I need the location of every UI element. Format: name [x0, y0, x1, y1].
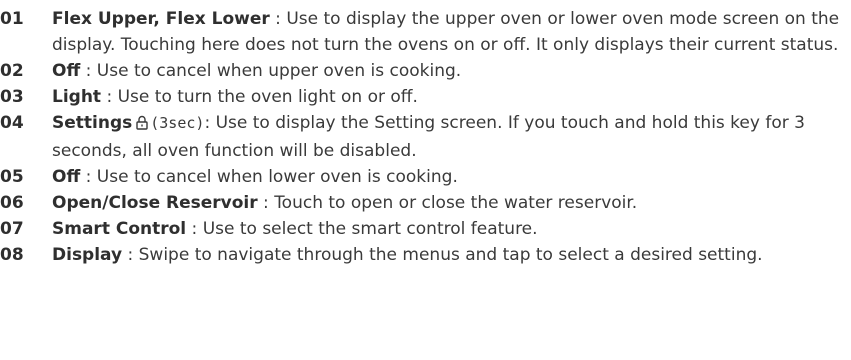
item-separator: :: [101, 87, 118, 107]
item-term: Light: [52, 87, 102, 107]
item-description: Use to select the smart control feature.: [202, 219, 538, 239]
item-separator: :: [80, 167, 97, 187]
item-separator: :: [269, 9, 287, 29]
item-body: Open/Close Reservoir : Touch to open or …: [52, 190, 851, 216]
item-description: Swipe to navigate through the menus and …: [138, 245, 763, 265]
item-term: Settings: [52, 113, 133, 133]
item-term: Display: [52, 245, 123, 265]
list-item: 02 Off : Use to cancel when upper oven i…: [0, 58, 851, 84]
list-item: 06 Open/Close Reservoir : Touch to open …: [0, 190, 851, 216]
item-separator: :: [257, 193, 275, 213]
item-separator: :: [186, 219, 203, 239]
item-term: Flex Upper, Flex Lower: [52, 9, 270, 29]
item-body: Smart Control : Use to select the smart …: [52, 216, 851, 242]
item-description: Use to cancel when lower oven is cooking…: [96, 167, 458, 187]
item-number: 08: [0, 245, 24, 265]
item-body: Settings (3sec): Use to display the Setti…: [52, 110, 851, 164]
item-body: Display : Swipe to navigate through the …: [52, 242, 851, 268]
lock-hold-label: (3sec): [150, 114, 205, 132]
item-separator: :: [122, 245, 139, 265]
item-description: Use to cancel when upper oven is cooking…: [96, 61, 462, 81]
item-number: 07: [0, 219, 24, 239]
item-description: Use to turn the oven light on or off.: [117, 87, 418, 107]
list-item: 03 Light : Use to turn the oven light on…: [0, 84, 851, 110]
item-body: Light : Use to turn the oven light on or…: [52, 84, 851, 110]
list-item: 01 Flex Upper, Flex Lower : Use to displ…: [0, 6, 851, 58]
item-separator: :: [204, 113, 216, 133]
item-body: Off : Use to cancel when lower oven is c…: [52, 164, 851, 190]
item-number: 03: [0, 87, 24, 107]
item-number: 04: [0, 113, 24, 133]
item-term: Off: [52, 61, 81, 81]
list-item: 08 Display : Swipe to navigate through t…: [0, 242, 851, 268]
item-body: Off : Use to cancel when upper oven is c…: [52, 58, 851, 84]
item-number: 06: [0, 193, 24, 213]
item-number: 02: [0, 61, 24, 81]
item-description: Touch to open or close the water reservo…: [274, 193, 638, 213]
item-number: 05: [0, 167, 24, 187]
item-term: Smart Control: [52, 219, 187, 239]
list-item: 07 Smart Control : Use to select the sma…: [0, 216, 851, 242]
item-term: Off: [52, 167, 81, 187]
list-item: 05 Off : Use to cancel when lower oven i…: [0, 164, 851, 190]
feature-list: 01 Flex Upper, Flex Lower : Use to displ…: [0, 0, 851, 268]
item-separator: :: [80, 61, 97, 81]
item-number: 01: [0, 9, 24, 29]
lock-icon: [136, 112, 148, 138]
list-item: 04 Settings (3sec): Use to display the Se…: [0, 110, 851, 164]
item-body: Flex Upper, Flex Lower : Use to display …: [52, 6, 851, 58]
item-term: Open/Close Reservoir: [52, 193, 258, 213]
